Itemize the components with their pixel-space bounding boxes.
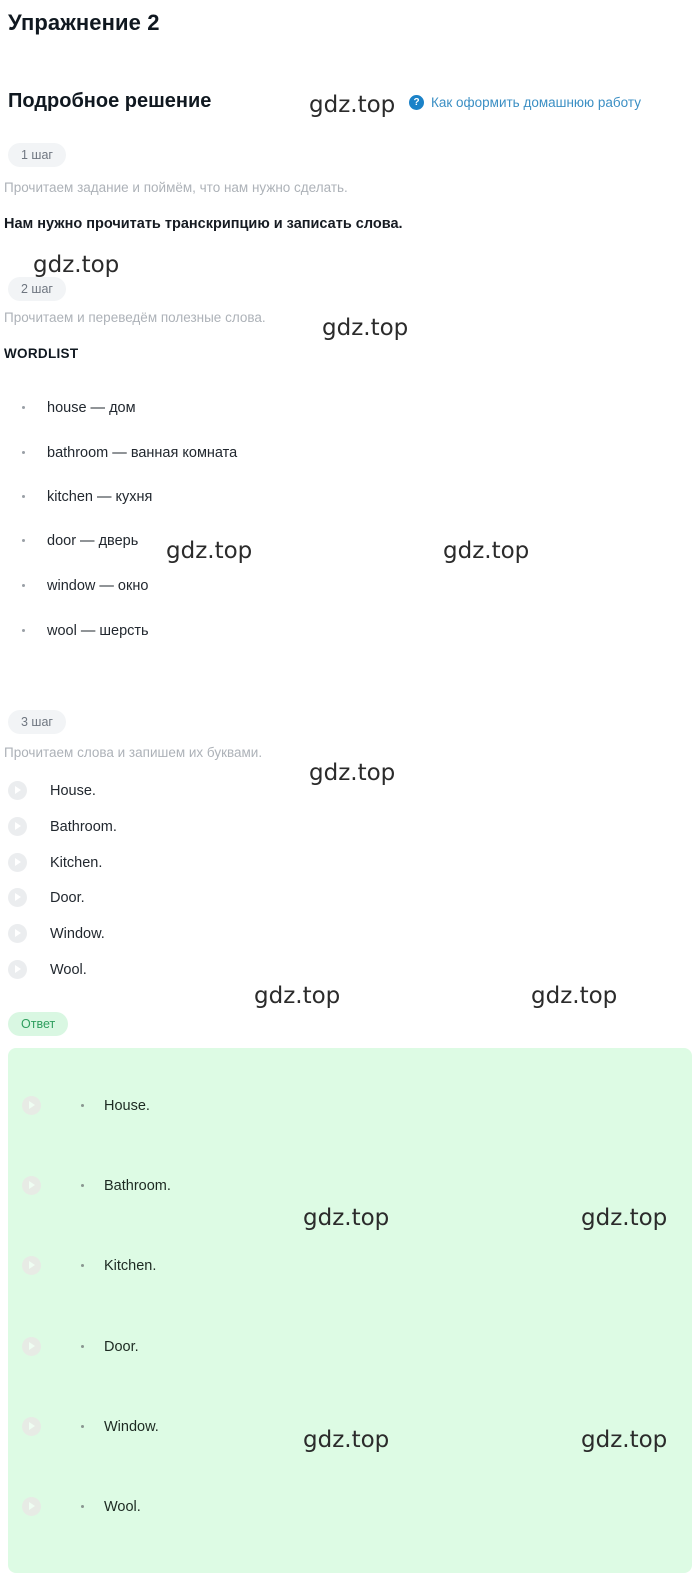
question-mark-icon: ? xyxy=(409,95,424,110)
list-item: kitchen — кухня xyxy=(22,489,152,505)
wordlist-heading: WORDLIST xyxy=(4,346,79,361)
bullet-icon xyxy=(22,628,25,632)
watermark: gdz.top xyxy=(531,983,618,1009)
audio-item-bathroom[interactable]: Bathroom. xyxy=(8,817,117,836)
play-icon[interactable] xyxy=(22,1337,41,1356)
answer-item-label: Door. xyxy=(104,1338,139,1355)
bullet-icon xyxy=(81,1345,84,1348)
answer-item-label: Kitchen. xyxy=(104,1257,157,1274)
step-description-2: Прочитаем и переведём полезные слова. xyxy=(4,310,266,325)
watermark: gdz.top xyxy=(166,538,253,564)
answer-item-bathroom[interactable]: Bathroom. xyxy=(22,1176,171,1195)
play-icon[interactable] xyxy=(8,960,27,979)
wordlist-item-label: kitchen — кухня xyxy=(47,489,153,505)
audio-item-label: Door. xyxy=(50,889,85,906)
bullet-icon xyxy=(81,1184,84,1187)
step-badge-1: 1 шаг xyxy=(8,143,66,167)
watermark: gdz.top xyxy=(309,760,396,786)
step-description-3: Прочитаем слова и запишем их буквами. xyxy=(4,745,263,760)
answer-item-house[interactable]: House. xyxy=(22,1096,150,1115)
page-title: Упражнение 2 xyxy=(8,10,160,35)
answer-item-wool[interactable]: Wool. xyxy=(22,1497,141,1516)
list-item: door — дверь xyxy=(22,533,138,549)
wordlist-item-label: wool — шерсть xyxy=(47,623,149,639)
watermark: gdz.top xyxy=(322,315,409,341)
play-icon[interactable] xyxy=(22,1417,41,1436)
play-icon[interactable] xyxy=(8,924,27,943)
answer-badge: Ответ xyxy=(8,1012,69,1036)
audio-item-door[interactable]: Door. xyxy=(8,888,85,907)
watermark: gdz.top xyxy=(254,983,341,1009)
audio-item-wool[interactable]: Wool. xyxy=(8,960,87,979)
audio-item-label: Window. xyxy=(50,925,105,942)
play-icon[interactable] xyxy=(8,888,27,907)
audio-item-label: Bathroom. xyxy=(50,818,117,835)
audio-item-label: Wool. xyxy=(50,961,87,978)
wordlist-item-label: window — окно xyxy=(47,578,149,594)
answer-item-label: Bathroom. xyxy=(104,1177,171,1194)
audio-item-label: Kitchen. xyxy=(50,854,103,871)
bullet-icon xyxy=(22,450,25,454)
list-item: wool — шерсть xyxy=(22,623,149,639)
bullet-icon xyxy=(81,1505,84,1508)
answer-item-window[interactable]: Window. xyxy=(22,1417,159,1436)
watermark: gdz.top xyxy=(33,252,120,278)
play-icon[interactable] xyxy=(22,1497,41,1516)
step-description-1: Прочитаем задание и поймём, что нам нужн… xyxy=(4,180,348,195)
watermark: gdz.top xyxy=(443,538,530,564)
bullet-icon xyxy=(81,1425,84,1428)
bullet-icon xyxy=(81,1104,84,1107)
list-item: house — дом xyxy=(22,400,136,416)
wordlist-item-label: house — дом xyxy=(47,400,136,416)
play-icon[interactable] xyxy=(22,1256,41,1275)
play-icon[interactable] xyxy=(8,781,27,800)
answer-item-kitchen[interactable]: Kitchen. xyxy=(22,1256,156,1275)
answer-panel xyxy=(8,1048,692,1573)
play-icon[interactable] xyxy=(8,817,27,836)
answer-item-door[interactable]: Door. xyxy=(22,1337,139,1356)
bullet-icon xyxy=(22,538,25,542)
bullet-icon xyxy=(22,494,25,498)
solution-heading: Подробное решение xyxy=(8,90,212,112)
wordlist-item-label: door — дверь xyxy=(47,533,139,549)
wordlist-item-label: bathroom — ванная комната xyxy=(47,445,238,461)
play-icon[interactable] xyxy=(22,1176,41,1195)
bullet-icon xyxy=(22,583,25,587)
list-item: window — окно xyxy=(22,578,148,594)
list-item: bathroom — ванная комната xyxy=(22,445,237,461)
howto-homework-label: Как оформить домашнюю работу xyxy=(431,95,641,110)
watermark: gdz.top xyxy=(309,92,396,118)
step-badge-2: 2 шаг xyxy=(8,277,66,301)
step-badge-3: 3 шаг xyxy=(8,710,66,734)
audio-item-window[interactable]: Window. xyxy=(8,924,105,943)
answer-item-label: House. xyxy=(104,1097,150,1114)
audio-item-label: House. xyxy=(50,782,96,799)
audio-item-kitchen[interactable]: Kitchen. xyxy=(8,853,102,872)
play-icon[interactable] xyxy=(22,1096,41,1115)
play-icon[interactable] xyxy=(8,853,27,872)
step-emphasis-1: Нам нужно прочитать транскрипцию и запис… xyxy=(4,216,403,232)
solution-page: Упражнение 2 Подробное решение ? Как офо… xyxy=(0,0,700,1580)
bullet-icon xyxy=(81,1264,84,1267)
howto-homework-link[interactable]: ? Как оформить домашнюю работу xyxy=(409,95,641,110)
answer-item-label: Window. xyxy=(104,1418,159,1435)
bullet-icon xyxy=(22,405,25,409)
audio-item-house[interactable]: House. xyxy=(8,781,96,800)
answer-item-label: Wool. xyxy=(104,1498,141,1515)
